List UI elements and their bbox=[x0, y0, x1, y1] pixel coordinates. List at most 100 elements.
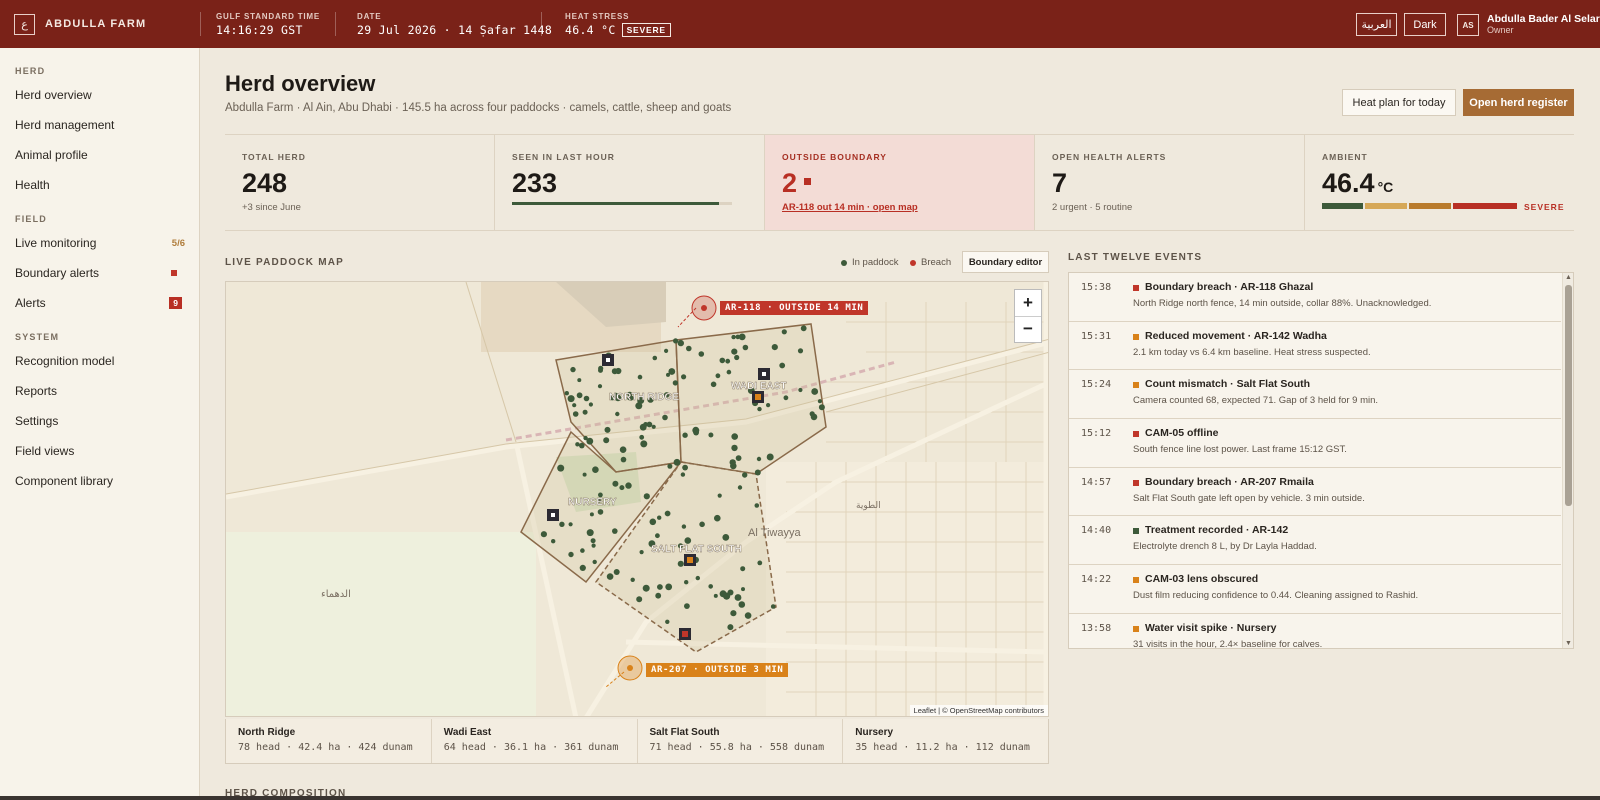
animal-marker[interactable] bbox=[615, 411, 620, 417]
animal-marker[interactable] bbox=[613, 569, 620, 575]
animal-marker[interactable] bbox=[699, 521, 705, 528]
animal-marker[interactable] bbox=[731, 433, 738, 440]
open-map-link[interactable]: AR-118 out 14 min · open map bbox=[782, 202, 1017, 213]
sidebar-item-reports[interactable]: Reports bbox=[15, 384, 185, 398]
animal-marker[interactable] bbox=[589, 512, 594, 517]
animal-marker[interactable] bbox=[725, 358, 731, 364]
sidebar-item-herd-management[interactable]: Herd management bbox=[15, 118, 185, 132]
animal-marker[interactable] bbox=[606, 573, 614, 580]
sidebar-item-settings[interactable]: Settings bbox=[15, 414, 185, 428]
animal-marker[interactable] bbox=[591, 543, 596, 548]
animal-marker[interactable] bbox=[734, 354, 740, 361]
map-canvas[interactable]: NORTH RIDGE WADI EAST NURSERY SALT FLAT … bbox=[226, 282, 1049, 717]
animal-marker[interactable] bbox=[729, 459, 736, 466]
animal-marker[interactable] bbox=[664, 348, 669, 353]
animal-marker[interactable] bbox=[579, 564, 586, 571]
heat-plan-button[interactable]: Heat plan for today bbox=[1342, 89, 1456, 116]
animal-marker[interactable] bbox=[619, 485, 625, 491]
animal-marker[interactable] bbox=[730, 610, 737, 617]
paddock-card[interactable]: Nursery 35 head · 11.2 ha · 112 dunam bbox=[843, 719, 1048, 763]
animal-marker[interactable] bbox=[731, 348, 738, 355]
event-item[interactable]: 15:24 Count mismatch · Salt Flat South Cam… bbox=[1069, 370, 1561, 420]
animal-marker[interactable] bbox=[577, 378, 582, 383]
animal-marker[interactable] bbox=[592, 466, 599, 473]
animal-marker[interactable] bbox=[657, 584, 663, 590]
animal-marker[interactable] bbox=[800, 325, 807, 332]
animal-marker[interactable] bbox=[684, 580, 689, 585]
animal-marker[interactable] bbox=[579, 442, 585, 449]
animal-marker[interactable] bbox=[682, 432, 688, 438]
animal-marker[interactable] bbox=[781, 329, 787, 335]
animal-marker[interactable] bbox=[619, 446, 627, 453]
event-item[interactable]: 15:38 Boundary breach · AR-118 Ghazal Nort… bbox=[1069, 273, 1561, 322]
animal-marker[interactable] bbox=[559, 521, 565, 527]
animal-marker[interactable] bbox=[779, 362, 786, 369]
animal-marker[interactable] bbox=[567, 395, 575, 403]
animal-marker[interactable] bbox=[666, 372, 670, 377]
animal-marker[interactable] bbox=[742, 472, 748, 478]
animal-marker[interactable] bbox=[592, 559, 597, 565]
animal-marker[interactable] bbox=[657, 515, 662, 520]
animal-marker[interactable] bbox=[586, 529, 594, 537]
animal-marker[interactable] bbox=[754, 469, 761, 476]
animal-marker[interactable] bbox=[637, 374, 643, 380]
animal-marker[interactable] bbox=[738, 601, 746, 608]
animal-marker[interactable] bbox=[636, 596, 643, 603]
animal-marker[interactable] bbox=[682, 464, 688, 471]
animal-marker[interactable] bbox=[742, 344, 749, 351]
animal-marker[interactable] bbox=[744, 612, 752, 619]
animal-marker[interactable] bbox=[582, 472, 587, 477]
animal-marker[interactable] bbox=[611, 368, 618, 375]
animal-marker[interactable] bbox=[731, 444, 738, 452]
animal-marker[interactable] bbox=[757, 406, 762, 412]
animal-marker[interactable] bbox=[612, 528, 618, 534]
animal-marker[interactable] bbox=[754, 503, 760, 508]
animal-marker[interactable] bbox=[664, 510, 671, 517]
animal-marker[interactable] bbox=[723, 592, 731, 600]
animal-marker[interactable] bbox=[811, 388, 819, 395]
animal-marker[interactable] bbox=[677, 339, 684, 347]
animal-marker[interactable] bbox=[662, 414, 668, 421]
sidebar-item-herd-overview[interactable]: Herd overview bbox=[15, 88, 185, 102]
animal-marker[interactable] bbox=[643, 493, 650, 500]
animal-marker[interactable] bbox=[708, 584, 713, 589]
avatar[interactable]: AS bbox=[1457, 14, 1479, 36]
animal-marker[interactable] bbox=[568, 522, 573, 527]
animal-marker[interactable] bbox=[551, 539, 556, 544]
animal-marker[interactable] bbox=[684, 603, 690, 609]
animal-marker[interactable] bbox=[738, 333, 746, 341]
animal-marker[interactable] bbox=[564, 391, 569, 396]
animal-marker[interactable] bbox=[714, 514, 721, 522]
animal-marker[interactable] bbox=[797, 348, 804, 354]
animal-marker[interactable] bbox=[686, 345, 692, 352]
scroll-thumb[interactable] bbox=[1565, 285, 1572, 506]
animal-marker[interactable] bbox=[673, 338, 679, 344]
map-attribution[interactable]: Leaflet | © OpenStreetMap contributors bbox=[909, 705, 1048, 716]
event-item[interactable]: 13:58 Water visit spike · Nursery 31 visit… bbox=[1069, 614, 1561, 648]
paddock-card[interactable]: North Ridge 78 head · 42.4 ha · 424 dunam bbox=[226, 719, 432, 763]
animal-marker[interactable] bbox=[708, 432, 714, 438]
animal-marker[interactable] bbox=[665, 583, 673, 591]
animal-marker[interactable] bbox=[673, 458, 681, 466]
animal-marker[interactable] bbox=[737, 485, 743, 490]
theme-toggle-button[interactable]: Dark bbox=[1404, 13, 1446, 36]
animal-marker[interactable] bbox=[680, 472, 686, 477]
animal-marker[interactable] bbox=[655, 592, 662, 599]
event-item[interactable]: 14:22 CAM-03 lens obscured Dust film reduc… bbox=[1069, 565, 1561, 614]
animal-marker[interactable] bbox=[771, 344, 778, 351]
scroll-up-icon[interactable]: ▲ bbox=[1565, 274, 1572, 281]
animal-marker[interactable] bbox=[715, 373, 721, 379]
animal-marker[interactable] bbox=[783, 395, 789, 401]
animal-marker[interactable] bbox=[642, 584, 650, 592]
events-scrollbar[interactable]: ▲ ▼ bbox=[1562, 273, 1573, 648]
animal-marker[interactable] bbox=[817, 399, 823, 404]
animal-marker[interactable] bbox=[717, 493, 722, 498]
animal-marker[interactable] bbox=[603, 437, 610, 444]
animal-marker[interactable] bbox=[557, 464, 565, 472]
sidebar-item-animal-profile[interactable]: Animal profile bbox=[15, 148, 185, 162]
breach-label-ar-118[interactable]: AR-118 · OUTSIDE 14 MIN bbox=[720, 301, 869, 315]
animal-marker[interactable] bbox=[766, 403, 771, 408]
event-item[interactable]: 14:40 Treatment recorded · AR-142 Electrol… bbox=[1069, 516, 1561, 566]
animal-marker[interactable] bbox=[604, 426, 611, 433]
animal-marker[interactable] bbox=[540, 531, 547, 538]
